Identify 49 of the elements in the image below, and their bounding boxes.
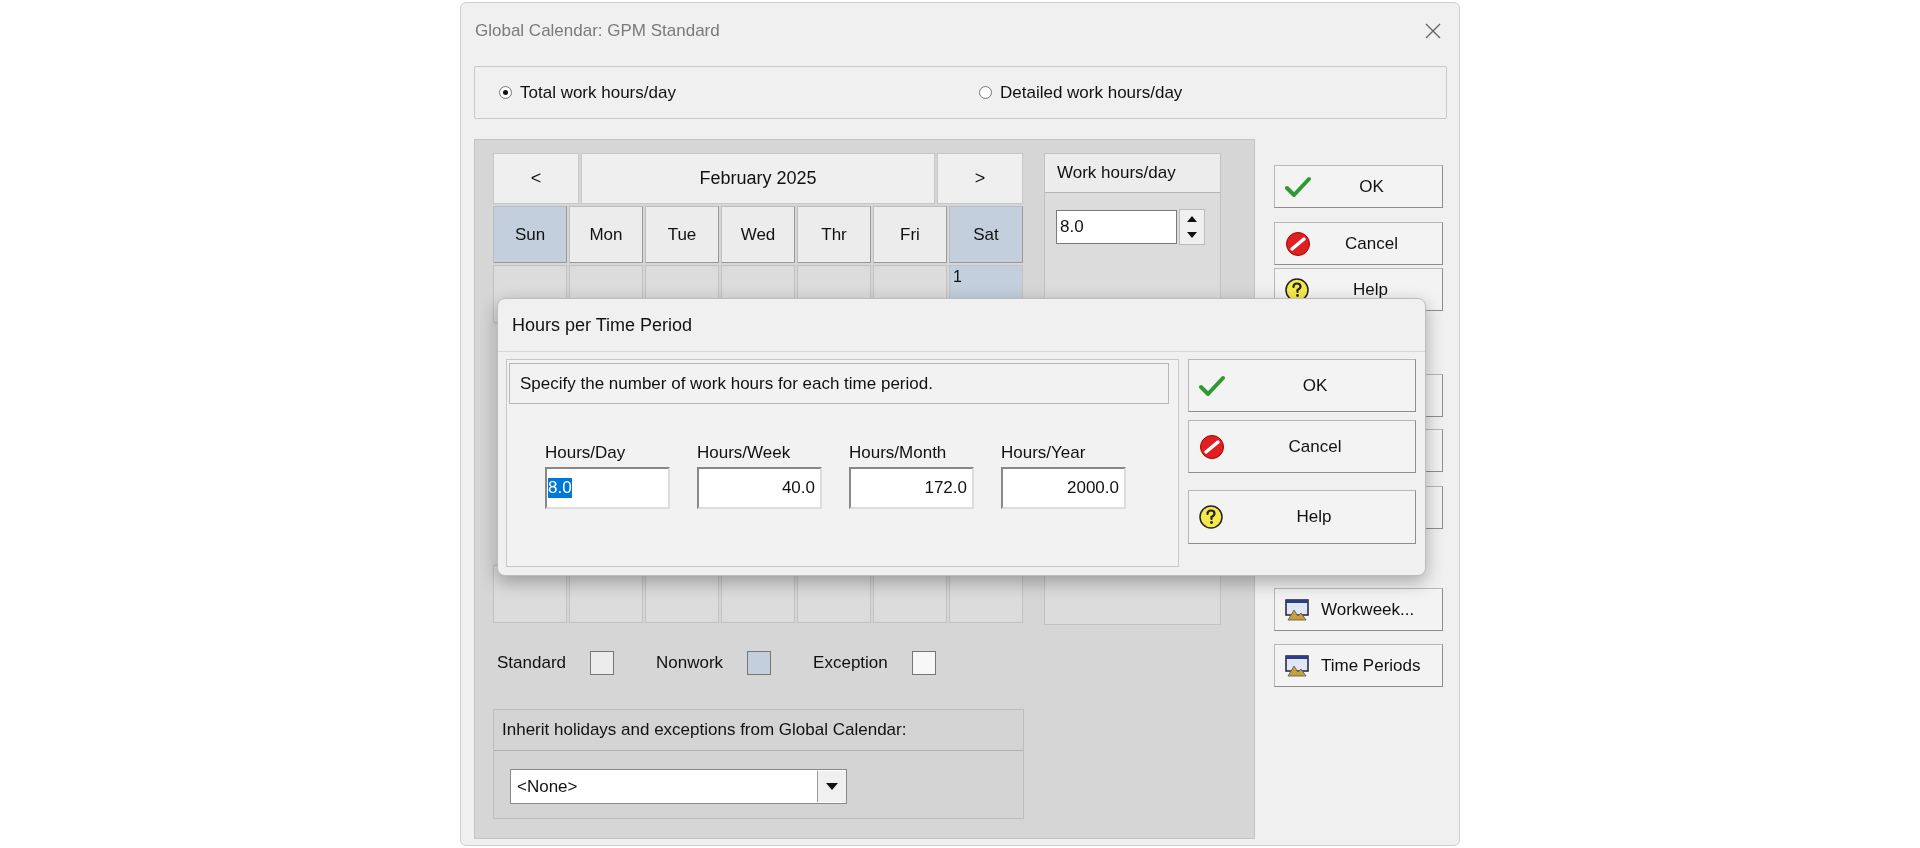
legend-label: Standard <box>497 653 566 673</box>
hours-field[interactable]: 2000.0 <box>1001 467 1126 509</box>
weekday-header[interactable]: Sun <box>493 206 567 263</box>
close-icon[interactable] <box>1425 23 1441 39</box>
next-month-button[interactable]: > <box>937 153 1023 204</box>
inherit-label: Inherit holidays and exceptions from Global Calendar: <box>494 710 1023 751</box>
spinner[interactable] <box>1179 209 1205 245</box>
work-hours-field[interactable]: 8.0 <box>1056 210 1177 244</box>
check-icon <box>1285 175 1311 198</box>
dialog-button[interactable]: OK <box>1188 359 1416 412</box>
calendar-dropdown[interactable]: <None> <box>510 769 847 804</box>
dropdown-caret-icon <box>826 782 838 791</box>
help-icon <box>1199 505 1223 529</box>
radio-button[interactable] <box>499 86 512 99</box>
dialog-button[interactable]: Workweek... <box>1274 588 1443 631</box>
window-picture-icon <box>1285 598 1309 621</box>
previous-month-button[interactable]: < <box>493 153 579 204</box>
legend-label: Exception <box>813 653 888 673</box>
dialog-button[interactable]: Time Periods <box>1274 644 1443 687</box>
weekday-header[interactable]: Tue <box>645 206 719 263</box>
field-label: Hours/Month <box>849 443 948 463</box>
month-title: February 2025 <box>581 153 935 204</box>
no-entry-icon <box>1199 433 1225 460</box>
radio-label: Detailed work hours/day <box>1000 82 1183 103</box>
hours-field[interactable]: 172.0 <box>849 467 974 509</box>
hours-field[interactable]: 40.0 <box>697 467 822 509</box>
dialog-button[interactable]: Cancel <box>1188 420 1416 473</box>
hours-field[interactable]: 8.0 <box>545 467 670 509</box>
dialog-button[interactable]: Help <box>1188 490 1416 544</box>
radio-label: Total work hours/day <box>520 82 676 103</box>
weekday-header[interactable]: Thr <box>797 206 871 263</box>
instruction-text: Specify the number of work hours for each time period. <box>509 363 1169 404</box>
weekday-header[interactable]: Wed <box>721 206 795 263</box>
no-entry-icon <box>1285 230 1311 257</box>
work-hours-header: Work hours/day <box>1045 154 1220 193</box>
field-label: Hours/Day <box>545 443 627 463</box>
window-picture-icon <box>1285 654 1309 677</box>
window-title: Global Calendar: GPM Standard <box>475 21 720 41</box>
dialog-button[interactable]: OK <box>1274 165 1443 208</box>
weekday-header[interactable]: Fri <box>873 206 947 263</box>
dialog-title: Hours per Time Period <box>498 299 1425 352</box>
weekday-header[interactable]: Sat <box>949 206 1023 263</box>
field-label: Hours/Year <box>1001 443 1087 463</box>
weekday-header[interactable]: Mon <box>569 206 643 263</box>
radio-button[interactable] <box>979 86 992 99</box>
dialog-button[interactable]: Cancel <box>1274 222 1443 265</box>
field-label: Hours/Week <box>697 443 792 463</box>
check-icon <box>1199 374 1225 397</box>
legend-label: Nonwork <box>656 653 724 673</box>
